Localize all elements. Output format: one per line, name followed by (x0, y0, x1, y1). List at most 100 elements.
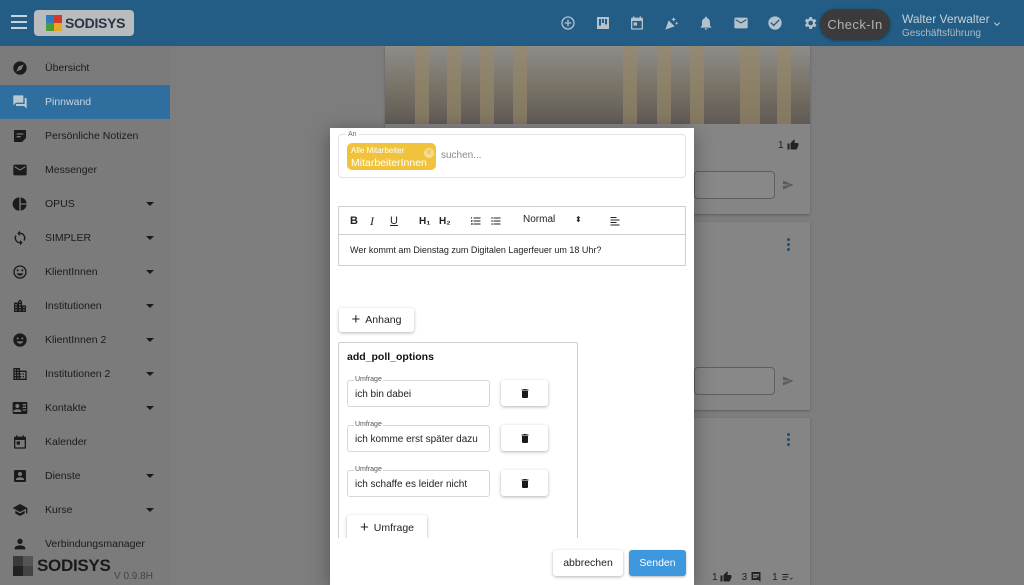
thumb-up-icon[interactable] (720, 571, 732, 583)
select-arrows-icon[interactable]: ⬍ (575, 215, 582, 224)
editor-toolbar: B I U H₁ H₂ Normal ⬍ (339, 207, 685, 235)
poll-option-field[interactable]: Umfrage ich komme erst später dazu (347, 421, 490, 452)
note-icon (12, 128, 28, 144)
sidebar-item-kontakte[interactable]: Kontakte (0, 391, 170, 425)
sidebar-item-klientinnen-2[interactable]: KlientInnen 2 (0, 323, 170, 357)
poll-field-label: Umfrage (354, 376, 383, 383)
check-in-button[interactable]: Check-In (820, 9, 890, 39)
chevron-down-icon[interactable] (991, 18, 1003, 30)
comment-count: 3 (741, 571, 748, 583)
underline-button[interactable]: U (390, 214, 398, 228)
comment-input[interactable] (694, 367, 775, 395)
send-button[interactable]: Senden (629, 550, 686, 576)
gear-icon[interactable] (800, 13, 820, 33)
trash-icon (521, 433, 528, 443)
delete-option-button[interactable] (501, 470, 548, 496)
sidebar-item-uebersicht[interactable]: Übersicht (0, 51, 170, 85)
logo-cube-icon (13, 556, 33, 576)
contact-card-icon (12, 400, 28, 416)
chip-label: MitarbeiterInnen (351, 157, 427, 169)
caret-down-icon[interactable] (146, 338, 154, 342)
add-attachment-button[interactable]: + Anhang (339, 308, 414, 332)
sidebar-item-label: Kalender (45, 436, 88, 448)
delete-option-button[interactable] (501, 380, 548, 406)
italic-button[interactable]: I (370, 214, 374, 228)
sidebar-item-label: KlientInnen 2 (45, 334, 107, 346)
poll-field-label: Umfrage (354, 421, 383, 428)
bold-button[interactable]: B (350, 214, 358, 228)
caret-down-icon[interactable] (146, 406, 154, 410)
heading2-button[interactable]: H₂ (439, 214, 451, 228)
heading1-button[interactable]: H₁ (419, 214, 430, 228)
celebration-icon[interactable] (662, 13, 682, 33)
pie-chart-icon (12, 196, 28, 212)
delete-option-button[interactable] (501, 425, 548, 451)
caret-down-icon[interactable] (146, 372, 154, 376)
ordered-list-icon[interactable] (470, 214, 482, 228)
align-left-icon[interactable] (609, 214, 621, 228)
sidebar-item-kurse[interactable]: Kurse (0, 493, 170, 527)
poll-count: 1 (772, 571, 778, 583)
sidebar-item-simpler[interactable]: SIMPLER (0, 221, 170, 255)
sidebar-item-kalender[interactable]: Kalender (0, 425, 170, 459)
sidebar-item-pinnwand[interactable]: Pinnwand (0, 85, 170, 119)
mail-icon[interactable] (731, 13, 751, 33)
board-icon[interactable] (593, 13, 613, 33)
post-stats: 1 3 1 (712, 571, 793, 583)
bullet-list-icon[interactable] (490, 214, 502, 228)
smiley-filled-icon (12, 332, 28, 348)
add-poll-option-button[interactable]: + Umfrage (347, 515, 427, 540)
attachment-label: Anhang (365, 314, 402, 326)
add-circle-icon[interactable] (558, 13, 578, 33)
calendar-icon[interactable] (627, 13, 647, 33)
recipient-search-input[interactable] (441, 150, 641, 161)
font-size-select[interactable]: Normal (523, 214, 555, 225)
cancel-button[interactable]: abbrechen (553, 550, 623, 576)
caret-down-icon[interactable] (146, 474, 154, 478)
message-text[interactable]: Wer kommt am Dienstag zum Digitalen Lage… (350, 245, 601, 255)
trash-icon (521, 388, 528, 398)
more-vert-icon[interactable] (787, 238, 790, 251)
bell-icon[interactable] (696, 13, 716, 33)
user-name[interactable]: Walter Verwalter (902, 12, 990, 26)
recipients-field[interactable]: An Alle Mitarbeiter MitarbeiterInnen ✕ (338, 131, 686, 178)
more-vert-icon[interactable] (787, 433, 790, 446)
post-banner-image (385, 46, 810, 124)
poll-option-field[interactable]: Umfrage ich bin dabei (347, 376, 490, 407)
sidebar-item-institutionen[interactable]: Institutionen (0, 289, 170, 323)
send-icon[interactable] (781, 179, 795, 191)
smiley-outline-icon (12, 264, 28, 280)
hamburger-menu-icon[interactable] (11, 15, 27, 29)
trash-icon (521, 478, 528, 488)
chip-remove-icon[interactable]: ✕ (424, 148, 434, 158)
comment-icon[interactable] (750, 571, 762, 583)
comment-input[interactable] (694, 171, 775, 199)
sidebar-item-label: Messenger (45, 164, 97, 176)
header-logo[interactable]: SODISYS (34, 10, 134, 36)
sidebar-item-label: SIMPLER (45, 232, 92, 244)
poll-list-icon[interactable] (781, 571, 793, 583)
sidebar-item-messenger[interactable]: Messenger (0, 153, 170, 187)
sidebar-item-opus[interactable]: OPUS (0, 187, 170, 221)
sidebar-item-institutionen-2[interactable]: Institutionen 2 (0, 357, 170, 391)
caret-down-icon[interactable] (146, 508, 154, 512)
thumb-up-icon[interactable] (787, 139, 799, 151)
sidebar-item-dienste[interactable]: Dienste (0, 459, 170, 493)
like-count: 1 (778, 140, 784, 151)
caret-down-icon[interactable] (146, 236, 154, 240)
sidebar-item-label: Übersicht (45, 62, 90, 74)
sidebar-item-notizen[interactable]: Persönliche Notizen (0, 119, 170, 153)
poll-title: add_poll_options (347, 351, 434, 363)
poll-option-value: ich komme erst später dazu (355, 434, 478, 445)
sidebar-item-klientinnen[interactable]: KlientInnen (0, 255, 170, 289)
caret-down-icon[interactable] (146, 304, 154, 308)
poll-option-value: ich schaffe es leider nicht (355, 479, 468, 490)
recipient-chip[interactable]: Alle Mitarbeiter MitarbeiterInnen ✕ (347, 143, 436, 170)
caret-down-icon[interactable] (146, 202, 154, 206)
plus-icon: + (351, 311, 361, 328)
send-icon[interactable] (781, 375, 795, 387)
check-circle-icon[interactable] (765, 13, 785, 33)
plus-icon: + (359, 518, 369, 536)
poll-option-field[interactable]: Umfrage ich schaffe es leider nicht (347, 466, 490, 497)
caret-down-icon[interactable] (146, 270, 154, 274)
